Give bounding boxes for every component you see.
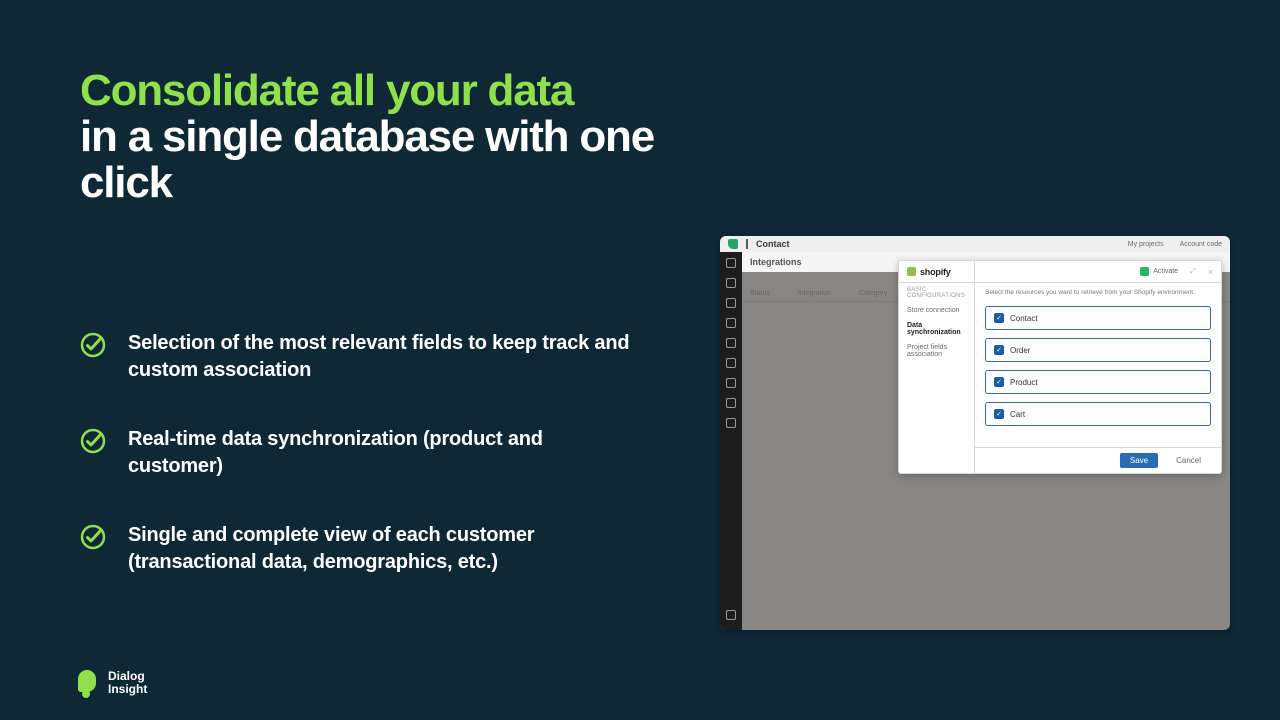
nav-icon[interactable] bbox=[726, 358, 736, 368]
sidebar-item-data-sync[interactable]: Data synchronization bbox=[907, 322, 966, 336]
topbar-right: My projects Account code bbox=[1128, 241, 1222, 248]
app-screenshot: Contact My projects Account code Integra… bbox=[720, 236, 1230, 630]
resource-label: Cart bbox=[1010, 410, 1025, 419]
checkbox-icon[interactable]: ✓ bbox=[994, 409, 1004, 419]
bullet-text: Selection of the most relevant fields to… bbox=[128, 330, 640, 384]
brand-glyph-icon bbox=[728, 239, 738, 249]
nav-icon[interactable] bbox=[726, 398, 736, 408]
nav-icon[interactable] bbox=[726, 318, 736, 328]
sidebar-item-field-association[interactable]: Project fields association bbox=[907, 344, 966, 358]
checkbox-icon[interactable]: ✓ bbox=[994, 313, 1004, 323]
page-title: Contact bbox=[756, 239, 790, 249]
app-leftnav bbox=[720, 252, 742, 630]
list-item: Selection of the most relevant fields to… bbox=[80, 330, 640, 384]
list-item: Real-time data synchronization (product … bbox=[80, 426, 640, 480]
modal-title: shopify bbox=[920, 267, 951, 277]
brand-sub: Insight bbox=[108, 682, 147, 696]
col-header: Category bbox=[859, 290, 887, 297]
check-icon bbox=[80, 428, 106, 454]
sidebar-section-title: BASIC CONFIGURATIONS bbox=[907, 287, 966, 299]
modal-instruction: Select the resources you want to retriev… bbox=[985, 289, 1211, 296]
save-button[interactable]: Save bbox=[1120, 453, 1158, 468]
nav-icon[interactable] bbox=[726, 378, 736, 388]
check-icon bbox=[80, 332, 106, 358]
nav-icon[interactable] bbox=[726, 338, 736, 348]
nav-icon[interactable] bbox=[726, 258, 736, 268]
list-item: Single and complete view of each custome… bbox=[80, 522, 640, 576]
checkbox-icon[interactable]: ✓ bbox=[994, 377, 1004, 387]
section-title: Integrations bbox=[750, 257, 802, 267]
resource-label: Product bbox=[1010, 378, 1038, 387]
headline: Consolidate all your data in a single da… bbox=[80, 68, 680, 207]
shopify-icon bbox=[907, 267, 916, 276]
bullet-text: Real-time data synchronization (product … bbox=[128, 426, 640, 480]
nav-icon[interactable] bbox=[726, 418, 736, 428]
col-header: Status bbox=[750, 290, 770, 297]
modal-footer: Save Cancel bbox=[975, 447, 1221, 473]
check-icon bbox=[80, 524, 106, 550]
resource-option[interactable]: ✓ Product bbox=[985, 370, 1211, 394]
sidebar-item-store-connection[interactable]: Store connection bbox=[907, 307, 966, 314]
brand-text: Dialog Insight bbox=[108, 670, 147, 695]
headline-accent: Consolidate all your data bbox=[80, 68, 680, 114]
resource-option[interactable]: ✓ Contact bbox=[985, 306, 1211, 330]
modal-main: Select the resources you want to retriev… bbox=[975, 261, 1221, 473]
brand-logo: Dialog Insight bbox=[78, 670, 147, 696]
resource-label: Order bbox=[1010, 346, 1030, 355]
nav-icon[interactable] bbox=[726, 610, 736, 620]
divider bbox=[746, 239, 748, 249]
brand-glyph-icon bbox=[78, 670, 100, 696]
modal-sidebar: BASIC CONFIGURATIONS Store connection Da… bbox=[899, 261, 975, 473]
resource-option[interactable]: ✓ Order bbox=[985, 338, 1211, 362]
app-topbar: Contact My projects Account code bbox=[720, 236, 1230, 252]
topbar-link[interactable]: Account code bbox=[1180, 241, 1222, 248]
resource-label: Contact bbox=[1010, 314, 1038, 323]
bullet-list: Selection of the most relevant fields to… bbox=[80, 330, 640, 576]
checkbox-icon[interactable]: ✓ bbox=[994, 345, 1004, 355]
nav-icon[interactable] bbox=[726, 298, 736, 308]
headline-rest: in a single database with one click bbox=[80, 114, 680, 206]
nav-icon[interactable] bbox=[726, 278, 736, 288]
bullet-text: Single and complete view of each custome… bbox=[128, 522, 640, 576]
integration-modal: shopify Activate ⤢ × BASIC CONFIGURATION… bbox=[898, 260, 1222, 474]
topbar-link[interactable]: My projects bbox=[1128, 241, 1164, 248]
col-header: Integration bbox=[798, 290, 831, 297]
resource-option[interactable]: ✓ Cart bbox=[985, 402, 1211, 426]
cancel-button[interactable]: Cancel bbox=[1166, 453, 1211, 468]
